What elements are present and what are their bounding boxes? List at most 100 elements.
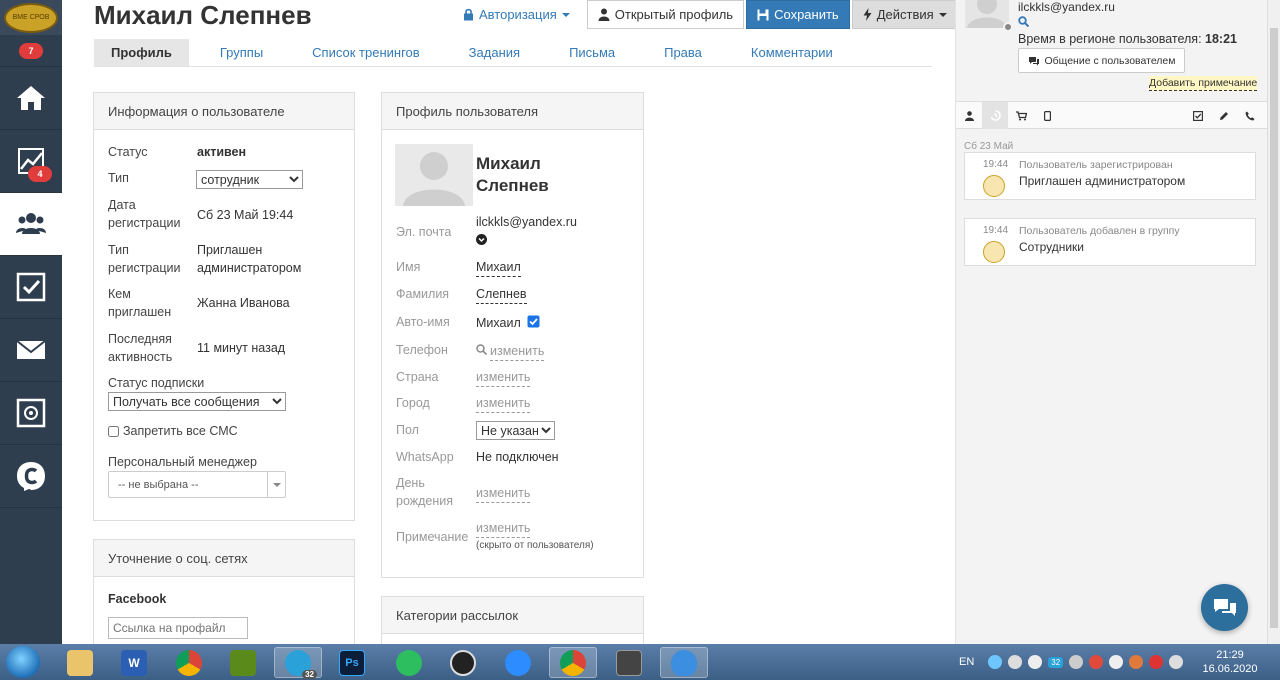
nav-notifications[interactable]: 7 (0, 35, 62, 67)
tray-window-icon[interactable] (1109, 655, 1124, 669)
floppy-icon (757, 9, 769, 20)
tray-network-icon[interactable] (988, 655, 1003, 669)
invited-by-label-2: приглашен (108, 305, 172, 319)
taskbar-chrome[interactable] (165, 647, 213, 678)
sms-ban-label: Запретить все СМС (123, 424, 238, 438)
phone-change-link[interactable]: изменить (490, 342, 545, 361)
toolbar-edit[interactable] (1211, 102, 1237, 129)
manager-label: Персональный менеджер (108, 455, 257, 469)
nav-home[interactable] (0, 67, 62, 130)
tab-groups[interactable]: Группы (220, 39, 263, 66)
tray-pen-icon[interactable] (1008, 655, 1023, 669)
save-button[interactable]: Сохранить (746, 0, 850, 29)
chevron-circle-down-icon[interactable] (476, 234, 487, 245)
taskbar-evernote[interactable] (385, 647, 433, 678)
search-icon[interactable] (1018, 16, 1029, 27)
language-indicator[interactable]: EN (959, 656, 974, 668)
manager-dropdown-arrow (267, 472, 285, 497)
manager-value: -- не выбрана -- (118, 478, 199, 491)
tray-opera-icon[interactable] (1089, 655, 1104, 669)
home-icon (17, 86, 45, 110)
page-scrollbar[interactable] (1267, 0, 1280, 644)
taskbar-app[interactable] (660, 647, 708, 678)
search-icon (476, 344, 487, 355)
subscription-select[interactable]: Получать все сообщения (108, 392, 286, 411)
mailing-categories-panel: Категории рассылок (381, 596, 644, 644)
school-logo[interactable]: ВМЕ СРОВ (0, 0, 62, 35)
support-chat-button[interactable] (1201, 584, 1248, 631)
facebook-input[interactable] (108, 617, 248, 639)
toolbar-cart[interactable] (1008, 102, 1034, 129)
authorization-button[interactable]: Авторизация (452, 0, 581, 29)
toolbar-call[interactable] (1237, 102, 1263, 129)
tray-app-icon[interactable] (1069, 655, 1084, 669)
tab-profile[interactable]: Профиль (94, 39, 189, 66)
tab-rights[interactable]: Права (664, 39, 702, 66)
tray-flag-icon[interactable] (1149, 655, 1164, 669)
taskbar-zoom[interactable] (494, 647, 542, 678)
nav-messages[interactable] (0, 319, 62, 382)
volume-icon[interactable] (1169, 655, 1184, 669)
avatar[interactable] (395, 144, 473, 206)
tray-telegram-badge[interactable]: 32 (1048, 656, 1064, 668)
tab-trainings[interactable]: Список тренингов (312, 39, 420, 66)
last-active-value[interactable]: 11 минут назад (197, 339, 285, 357)
windows-start-button[interactable] (6, 646, 40, 678)
taskbar-word[interactable]: W (110, 647, 158, 678)
country-change-link[interactable]: изменить (476, 368, 531, 387)
safe-icon (16, 398, 46, 428)
system-clock[interactable]: 21:29 16.06.2020 (1200, 648, 1260, 676)
save-label: Сохранить (774, 7, 839, 22)
toolbar-history[interactable] (982, 102, 1008, 129)
tab-tasks[interactable]: Задания (469, 39, 520, 66)
sms-ban-checkbox[interactable] (108, 425, 119, 437)
nav-sales[interactable] (0, 382, 62, 445)
left-navigation: ВМЕ СРОВ 7 4 (0, 0, 62, 644)
social-title: Уточнение о соц. сетях (94, 540, 354, 577)
taskbar-photoshop[interactable]: Ps (328, 647, 376, 678)
profile-name-last: Слепнев (476, 176, 549, 195)
city-change-link[interactable]: изменить (476, 394, 531, 413)
gender-select[interactable]: Не указан (476, 421, 555, 440)
actions-button[interactable]: Действия (851, 0, 958, 29)
nav-users[interactable] (0, 193, 62, 256)
event-title: Пользователь добавлен в группу (1019, 225, 1180, 237)
birthday-change-link[interactable]: изменить (476, 484, 531, 503)
checkbox-icon (16, 272, 46, 302)
toolbar-tasks[interactable] (1185, 102, 1211, 129)
nav-chatium[interactable] (0, 445, 62, 508)
toolbar-device[interactable] (1034, 102, 1060, 129)
taskbar-nvidia[interactable] (219, 647, 267, 678)
tab-letters[interactable]: Письма (569, 39, 615, 66)
first-name-value[interactable]: Михаил (476, 258, 521, 277)
taskbar-telegram[interactable]: 32 (274, 647, 322, 679)
last-name-value[interactable]: Слепнев (476, 285, 527, 304)
taskbar-explorer[interactable] (56, 647, 104, 678)
manager-select[interactable]: -- не выбрана -- (108, 471, 286, 498)
event-title: Пользователь зарегистрирован (1019, 159, 1173, 171)
open-profile-label: Открытый профиль (614, 7, 734, 22)
last-active-label-1: Последняя (108, 332, 172, 346)
system-tray: EN 32 (959, 644, 1189, 680)
reg-date-label-1: Дата (108, 198, 136, 212)
history-event: 19:44 Пользователь добавлен в группу Сот… (964, 218, 1256, 266)
chat-with-user-button[interactable]: Общение с пользователем (1018, 48, 1185, 73)
taskbar-tanks[interactable] (605, 647, 653, 678)
status-label: Статус (108, 145, 148, 159)
tray-recorder-icon[interactable] (1129, 655, 1144, 669)
scrollbar-thumb[interactable] (1270, 28, 1278, 628)
open-profile-button[interactable]: Открытый профиль (586, 0, 745, 29)
add-note-link[interactable]: Добавить примечание (1149, 76, 1258, 91)
nav-analytics[interactable]: 4 (0, 130, 62, 193)
taskbar-chrome-active[interactable] (549, 647, 597, 678)
toolbar-user[interactable] (956, 102, 982, 129)
email-label: Эл. почта (396, 225, 452, 239)
tray-cloud-icon[interactable] (1028, 655, 1043, 669)
auto-name-checkbox[interactable] (527, 315, 540, 328)
user-type-select[interactable]: сотрудник (196, 170, 303, 189)
tab-comments[interactable]: Комментарии (751, 39, 833, 66)
nav-tasks[interactable] (0, 256, 62, 319)
country-label: Страна (396, 370, 439, 384)
taskbar-obs[interactable] (439, 647, 487, 678)
note-change-link[interactable]: изменить (476, 519, 531, 538)
